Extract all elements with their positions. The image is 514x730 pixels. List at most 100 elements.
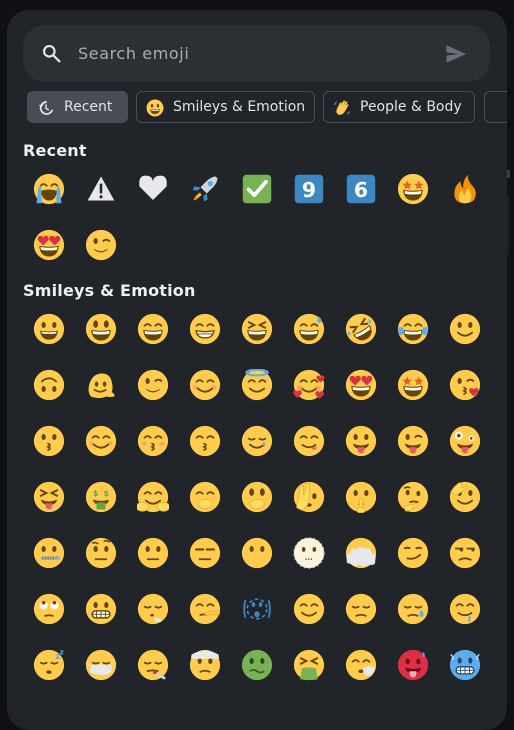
emoji-face-with-thermometer[interactable] [127, 638, 179, 694]
emoji-grinning-squinting-face[interactable] [231, 302, 283, 358]
emoji-unamused-face[interactable] [439, 526, 491, 582]
background-window-edge [507, 0, 514, 702]
shushing-face-icon [345, 481, 377, 513]
emoji-smiling-face-with-tear[interactable] [231, 414, 283, 470]
lying-face-icon [189, 593, 221, 625]
emoji-smiling-face-with-smiling-eyes[interactable] [179, 358, 231, 414]
emoji-smiling-face-with-heart-eyes[interactable] [335, 358, 387, 414]
emoji-face-with-raised-eyebrow[interactable] [75, 526, 127, 582]
emoji-check-mark-button[interactable] [231, 162, 283, 218]
emoji-kissing-face-with-closed-eyes[interactable] [127, 414, 179, 470]
smiling-face-with-tear-icon [241, 425, 273, 457]
emoji-smirking-face[interactable] [387, 526, 439, 582]
tab-people-body[interactable]: People & Body [323, 91, 475, 123]
emoji-cold-face[interactable] [439, 638, 491, 694]
face-with-medical-mask-icon [85, 649, 117, 681]
emoji-winking-face[interactable] [127, 358, 179, 414]
emoji-lying-face[interactable] [179, 582, 231, 638]
emoji-rocket[interactable] [179, 162, 231, 218]
emoji-sleepy-face[interactable] [387, 582, 439, 638]
emoji-nauseated-face[interactable] [231, 638, 283, 694]
zany-face-icon [449, 425, 481, 457]
emoji-star-struck[interactable] [387, 358, 439, 414]
emoji-grimacing-face[interactable] [75, 582, 127, 638]
emoji-grinning-face[interactable] [23, 302, 75, 358]
face-with-raised-eyebrow-icon [85, 537, 117, 569]
winking-face-icon [85, 229, 117, 261]
emoji-face-vomiting[interactable] [283, 638, 335, 694]
emoji-keycap-9[interactable]: 9 [283, 162, 335, 218]
emoji-hot-face[interactable] [387, 638, 439, 694]
emoji-grinning-face-with-sweat[interactable] [283, 302, 335, 358]
face-with-tears-of-joy-icon [397, 313, 429, 345]
emoji-neutral-face[interactable] [127, 526, 179, 582]
tab-more[interactable] [484, 91, 507, 123]
emoji-dotted-line-face[interactable] [283, 526, 335, 582]
emoji-loudly-crying-face[interactable] [23, 162, 75, 218]
emoji-face-with-tongue[interactable] [335, 414, 387, 470]
tab-label: Smileys & Emotion [173, 99, 306, 115]
emoji-face-with-peeking-eye[interactable] [283, 470, 335, 526]
emoji-face-blowing-a-kiss[interactable] [439, 358, 491, 414]
emoji-kissing-face[interactable] [23, 414, 75, 470]
emoji-smiling-face-with-hearts[interactable] [283, 358, 335, 414]
tab-smileys-emotion[interactable]: Smileys & Emotion [136, 91, 315, 123]
nauseated-face-icon [241, 649, 273, 681]
emoji-smiling-face-with-halo[interactable] [231, 358, 283, 414]
upside-down-face-icon [33, 369, 65, 401]
emoji-grinning-face-with-big-eyes[interactable] [75, 302, 127, 358]
emoji-face-with-head-bandage[interactable] [179, 638, 231, 694]
emoji-thinking-face[interactable] [387, 470, 439, 526]
emoji-slightly-smiling-face[interactable] [439, 302, 491, 358]
emoji-zany-face[interactable] [439, 414, 491, 470]
emoji-relieved-face[interactable] [283, 582, 335, 638]
pensive-face-icon [345, 593, 377, 625]
emoji-squinting-face-with-tongue[interactable] [23, 470, 75, 526]
tab-recent[interactable]: Recent [27, 91, 128, 123]
keycap-9-icon: 9 [294, 174, 324, 204]
emoji-face-with-rolling-eyes[interactable] [23, 582, 75, 638]
emoji-drooling-face[interactable] [439, 582, 491, 638]
emoji-pensive-face[interactable] [335, 582, 387, 638]
emoji-face-with-medical-mask[interactable] [75, 638, 127, 694]
emoji-zipper-mouth-face[interactable] [23, 526, 75, 582]
emoji-face-exhaling[interactable] [127, 582, 179, 638]
send-icon[interactable] [444, 42, 468, 66]
emoji-face-with-hand-over-mouth[interactable] [179, 470, 231, 526]
emoji-face-savoring-food[interactable] [283, 414, 335, 470]
emoji-rolling-on-the-floor-laughing[interactable] [335, 302, 387, 358]
smirking-face-icon [397, 537, 429, 569]
emoji-winking-face[interactable] [75, 218, 127, 274]
rolling-on-the-floor-laughing-icon [345, 313, 377, 345]
emoji-smiling-face-with-open-hands[interactable] [127, 470, 179, 526]
saluting-face-icon [449, 481, 481, 513]
emoji-winking-face-with-tongue[interactable] [387, 414, 439, 470]
emoji-star-struck[interactable] [387, 162, 439, 218]
emoji-saluting-face[interactable] [439, 470, 491, 526]
emoji-expressionless-face[interactable] [179, 526, 231, 582]
emoji-white-heart[interactable] [127, 162, 179, 218]
emoji-smiling-face-with-heart-eyes[interactable] [23, 218, 75, 274]
emoji-shaking-face[interactable] [231, 582, 283, 638]
emoji-face-with-tears-of-joy[interactable] [387, 302, 439, 358]
emoji-keycap-6[interactable]: 6 [335, 162, 387, 218]
emoji-fire[interactable] [439, 162, 491, 218]
emoji-kissing-face-with-smiling-eyes[interactable] [179, 414, 231, 470]
section-title-recent: Recent [23, 141, 87, 160]
emoji-warning-sign[interactable] [75, 162, 127, 218]
emoji-face-without-mouth[interactable] [231, 526, 283, 582]
emoji-money-mouth-face[interactable]: $ $ [75, 470, 127, 526]
emoji-shushing-face[interactable] [335, 470, 387, 526]
emoji-sleeping-face[interactable]: zz [23, 638, 75, 694]
face-with-open-eyes-and-hand-over-mouth-icon [241, 481, 273, 513]
emoji-face-in-clouds[interactable] [335, 526, 387, 582]
search-bar[interactable] [23, 25, 490, 82]
search-input[interactable] [78, 37, 418, 70]
emoji-beaming-face-with-smiling-eyes[interactable] [179, 302, 231, 358]
emoji-sneezing-face[interactable] [335, 638, 387, 694]
emoji-upside-down-face[interactable] [23, 358, 75, 414]
emoji-smiling-face[interactable] [75, 414, 127, 470]
emoji-grinning-face-with-smiling-eyes[interactable] [127, 302, 179, 358]
emoji-face-with-open-eyes-and-hand-over-mouth[interactable] [231, 470, 283, 526]
emoji-melting-face[interactable] [75, 358, 127, 414]
